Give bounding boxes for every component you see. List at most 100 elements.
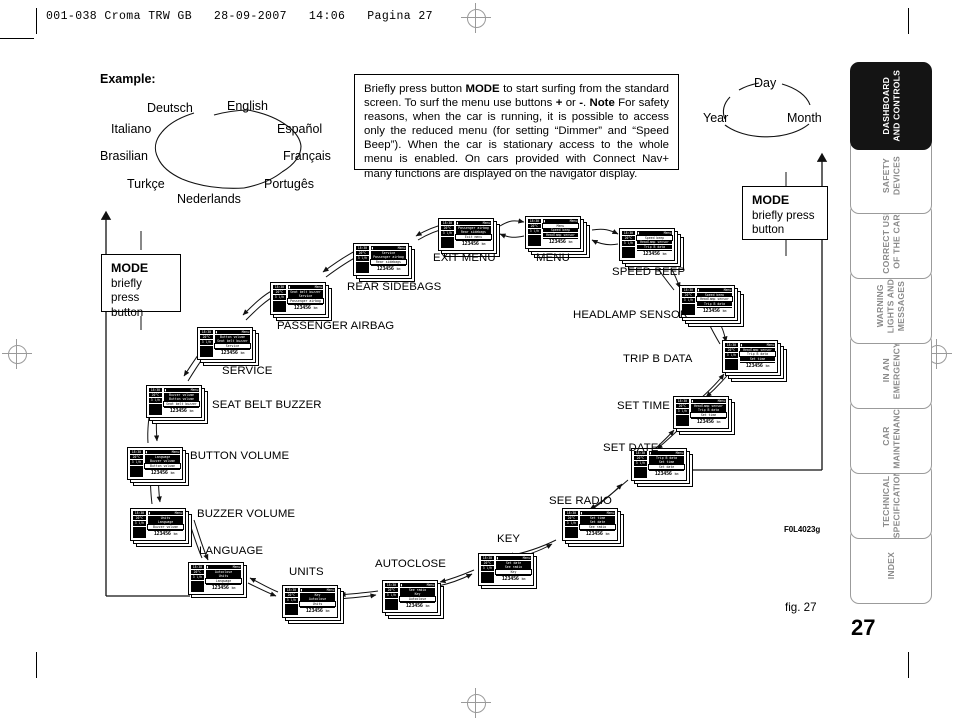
lcd-menu-item-selected[interactable]: See radio xyxy=(578,524,617,531)
lcd-menu-item[interactable]: Speed beep xyxy=(542,228,579,233)
lcd-reading-1: 20°C xyxy=(272,289,287,295)
lcd-menu-item[interactable]: Rear sidebags xyxy=(455,230,492,235)
lcd-menu-item[interactable]: Speed beep xyxy=(696,292,733,297)
section-tab-correct-use[interactable]: CORRECT USE OF THE CAR xyxy=(850,203,932,279)
lcd-reading-1: 20°C xyxy=(355,250,370,256)
lcd-menu-item[interactable]: Language xyxy=(147,520,184,525)
lcd-title-bar: ▮ Menu xyxy=(205,564,242,569)
lcd-menu-item[interactable]: Trip B data xyxy=(648,455,685,460)
lcd-menu-item-selected[interactable]: Exit menu xyxy=(454,234,493,241)
lcd-menu-item[interactable]: Button volume xyxy=(163,397,200,402)
lcd-menu-item-selected[interactable]: Trip B data xyxy=(738,351,777,358)
lcd-title: Menu xyxy=(190,387,199,392)
section-tab-index[interactable]: INDEX xyxy=(850,528,932,604)
lcd-menu-item-selected[interactable]: Headlamp sensor xyxy=(695,296,734,303)
lcd-left-readings: 18:30 20°C 3 l/h xyxy=(190,564,206,593)
section-tab-dashboard[interactable]: DASHBOARD AND CONTROLS xyxy=(850,62,932,150)
lcd-reading-1: 20°C xyxy=(384,587,399,593)
crop-mark-top-right-v xyxy=(908,8,909,34)
lcd-menu-item[interactable]: See radio xyxy=(495,565,532,570)
section-tab-in-an[interactable]: IN AN EMERGENCY xyxy=(850,333,932,409)
language-turkce: Turkçe xyxy=(127,177,165,191)
lcd-menu-item[interactable]: Buzzer volume xyxy=(163,392,200,397)
lcd-menu-item-selected[interactable]: Seat belt buzzer xyxy=(162,401,201,408)
lcd-menu-item[interactable]: Trip B data xyxy=(636,245,673,250)
lcd-left-blank xyxy=(190,580,205,593)
lcd-reading-1: 20°C xyxy=(675,403,690,409)
lcd-menu-item[interactable]: Buzzer volume xyxy=(144,459,181,464)
lcd-menu-item[interactable]: Service xyxy=(287,294,324,299)
lcd-odometer: 123456 km xyxy=(399,602,436,611)
flow-label-headlamp-sensor: HEADLAMP SENSOR xyxy=(573,309,689,321)
lcd-menu-item-selected[interactable]: Rear sidebags xyxy=(369,259,408,266)
lcd-right-panel: ▮ Menu Key Autoclose Units 123456 km xyxy=(298,587,337,616)
lcd-menu-item[interactable]: Button volume xyxy=(214,334,251,339)
lcd-left-blank xyxy=(633,466,648,479)
lcd-left-blank xyxy=(148,403,163,416)
lcd-menu-item[interactable]: Trip B data xyxy=(690,408,727,413)
section-tab-car[interactable]: CAR MAINTENANCE xyxy=(850,398,932,474)
lcd-menu-item[interactable]: Units xyxy=(147,515,184,520)
lcd-left-blank xyxy=(272,300,287,313)
lcd-menu-item[interactable]: Seat belt buzzer xyxy=(214,339,251,344)
lcd-menu-item[interactable]: Units xyxy=(205,574,242,579)
lcd-menu-item-selected[interactable]: Set time xyxy=(689,412,728,419)
section-tab-technical[interactable]: TECHNICAL SPECIFICATIONS xyxy=(850,463,932,539)
lcd-menu-item[interactable]: Set date xyxy=(495,560,532,565)
lcd-signal-icon: ▮ xyxy=(148,510,151,515)
lcd-menu-item-selected[interactable]: Key xyxy=(494,569,533,576)
lcd-menu-item-selected[interactable]: Service xyxy=(213,343,252,350)
lcd-menu-item[interactable]: Headlamp sensor xyxy=(636,240,673,245)
lcd-menu-item-selected[interactable]: Speed beep xyxy=(635,234,674,241)
lcd-menu-item-selected[interactable]: Buzzer volume xyxy=(146,524,185,531)
lcd-left-readings: 18:30 20°C 3 l/h xyxy=(355,245,371,274)
crop-mark-bottom-left-v xyxy=(36,652,37,678)
lcd-menu-item[interactable]: Set time xyxy=(579,515,616,520)
lcd-menu-item[interactable]: Key xyxy=(299,592,336,597)
lcd-menu-item[interactable]: See radio xyxy=(399,587,436,592)
lcd-menu-item[interactable]: Headlamp sensor xyxy=(739,347,776,352)
lcd-menu-item[interactable]: Headlamp sensor xyxy=(690,403,727,408)
lcd-menu-item-selected[interactable]: Language xyxy=(204,578,243,585)
lcd-reading-0: 18:30 xyxy=(129,449,144,454)
lcd-menu-item-selected[interactable]: Autoclose xyxy=(398,596,437,603)
lcd-menu-item[interactable]: Set time xyxy=(648,460,685,465)
lcd-menu-item[interactable]: Passenger airbag xyxy=(455,225,492,230)
lcd-reading-1: 20°C xyxy=(480,560,495,566)
lcd-menu-item[interactable]: Language xyxy=(144,454,181,459)
note-text-rest: For safety reasons, when the car is runn… xyxy=(364,97,669,180)
lcd-menu-item[interactable]: Seat belt buzzer xyxy=(287,289,324,294)
lcd-menu-item-selected[interactable]: Button volume xyxy=(143,463,182,470)
lcd-face: 18:30 20°C 3 l/h ▮ Menu Language Buzzer volume… xyxy=(127,447,183,480)
lcd-menu-item[interactable]: Autoclose xyxy=(299,597,336,602)
crop-mark-top-left-h xyxy=(0,38,34,39)
lcd-signal-icon: ▮ xyxy=(206,564,209,569)
lcd-screen-buzzer-volume: 18:30 20°C 3 l/h ▮ Menu Units Language Buzzer v… xyxy=(130,508,192,547)
lcd-face: 18:30 20°C 3 l/h ▮ Menu Set date See radio Key 1… xyxy=(478,553,534,586)
lcd-left-blank xyxy=(384,598,399,611)
lcd-menu-item-selected[interactable]: Menu xyxy=(541,222,580,229)
lcd-menu-item[interactable]: Autoclose xyxy=(205,569,242,574)
lcd-menu-item-selected[interactable]: Passenger airbag xyxy=(286,298,325,305)
lcd-reading-1: 20°C xyxy=(129,454,144,460)
section-tab-warning[interactable]: WARNING LIGHTS AND MESSAGES xyxy=(850,268,932,344)
lcd-right-panel: ▮ Menu Trip B data Set time Set date 123456 k… xyxy=(647,450,686,479)
lcd-left-blank xyxy=(129,465,144,478)
note-mode-keyword: MODE xyxy=(465,83,500,95)
note-or: or xyxy=(562,97,580,110)
language-espanol: Español xyxy=(277,122,323,136)
lcd-menu-item[interactable]: Set date xyxy=(579,520,616,525)
mode-callout-right-line1: briefly press xyxy=(752,208,815,222)
lcd-reading-2: 3 l/h xyxy=(148,398,163,403)
lcd-reading-0: 18:30 xyxy=(724,342,739,347)
lcd-menu-item[interactable]: Service xyxy=(370,250,407,255)
lcd-menu-item[interactable]: Key xyxy=(399,592,436,597)
lcd-menu-item[interactable]: Trip B data xyxy=(696,302,733,307)
lcd-left-blank xyxy=(621,246,636,259)
lcd-menu-item-selected[interactable]: Set date xyxy=(647,464,686,471)
lcd-odometer: 123456 km xyxy=(739,362,776,371)
lcd-menu-item[interactable]: Set time xyxy=(739,357,776,362)
lcd-menu-item[interactable]: Passenger airbag xyxy=(370,255,407,260)
lcd-menu-item[interactable]: Headlamp sensor xyxy=(542,233,579,238)
lcd-menu-item-selected[interactable]: Units xyxy=(298,601,337,608)
